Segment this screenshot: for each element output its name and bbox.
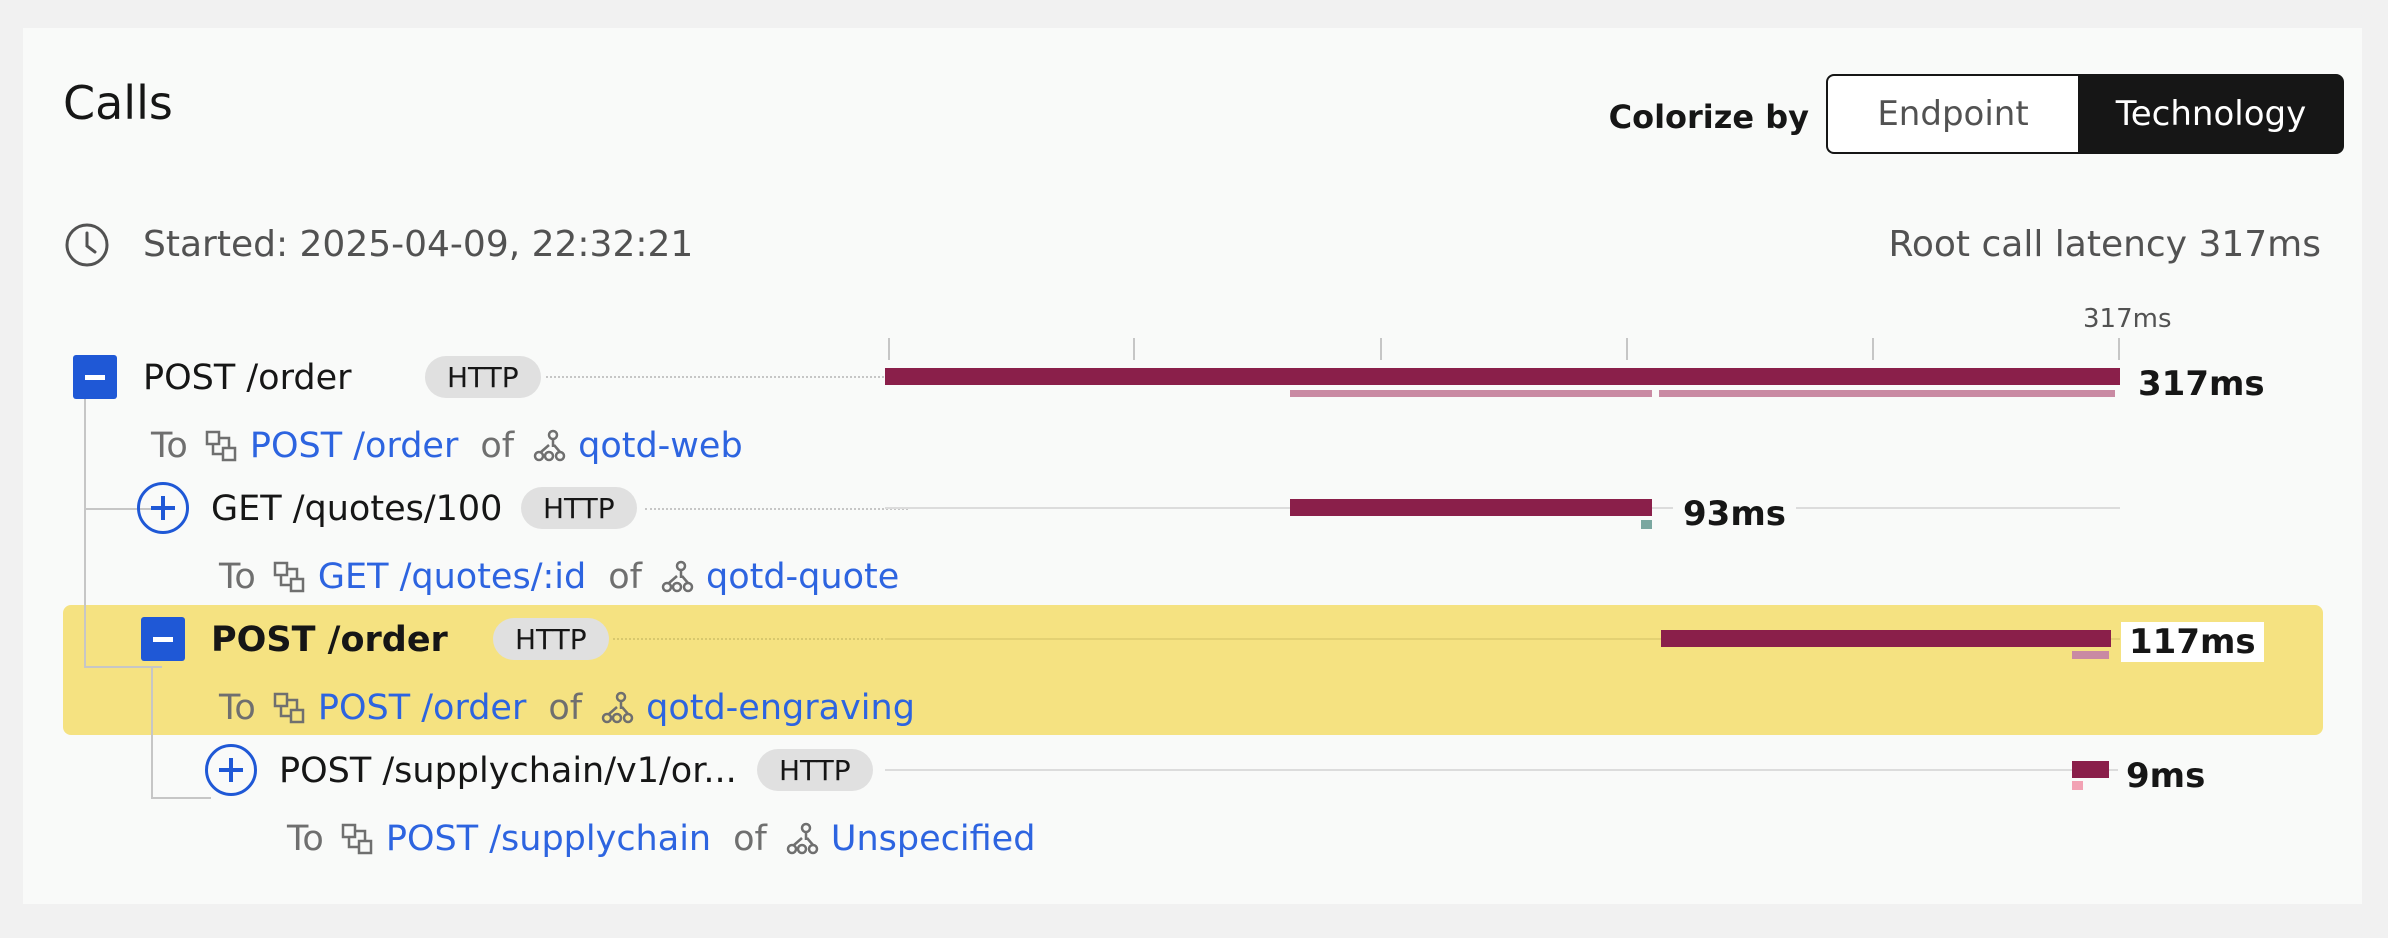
endpoint-icon [205,430,237,462]
endpoint-link[interactable]: POST /order [250,426,459,466]
ruler-tick [1380,338,1382,360]
ruler-tick [1872,338,1874,360]
service-icon [786,822,819,855]
to-label: To [287,819,324,859]
call-target: To POST /order of qotd-engraving [219,688,915,728]
latency-bar[interactable] [2072,761,2109,778]
dotted-guide [645,508,908,510]
child-latency-bar [1641,520,1652,529]
panel-title: Calls [63,76,173,130]
child-latency-bar [1290,390,1652,397]
service-link[interactable]: qotd-web [578,426,743,466]
child-latency-bar [1659,390,2115,397]
to-label: To [219,688,256,728]
service-link[interactable]: qotd-quote [706,557,899,597]
call-name[interactable]: POST /supplychain/v1/or... [279,751,737,791]
call-duration: 93ms [1673,494,1796,534]
endpoint-icon [273,561,305,593]
expand-button[interactable] [137,482,189,534]
ruler-tick [888,338,890,360]
colorize-technology-button[interactable]: Technology [2078,74,2344,154]
to-label: To [219,557,256,597]
collapse-button[interactable] [73,355,117,399]
started-timestamp: Started: 2025-04-09, 22:32:21 [143,224,694,265]
call-duration: 9ms [2118,756,2214,796]
latency-bar[interactable] [1661,630,2111,647]
call-name[interactable]: POST /order [211,620,448,660]
service-icon [533,429,566,462]
endpoint-icon [273,692,305,724]
latency-bar[interactable] [1290,499,1652,516]
colorize-label: Colorize by [1608,98,1809,136]
endpoint-link[interactable]: GET /quotes/:id [318,557,586,597]
call-target: To GET /quotes/:id of qotd-quote [219,557,899,597]
calls-panel: Calls Colorize by Endpoint Technology St… [23,28,2362,904]
service-link[interactable]: qotd-engraving [646,688,915,728]
tree-connector [151,797,211,799]
call-name[interactable]: POST /order [143,358,352,398]
ruler-tick [1133,338,1135,360]
service-icon [601,691,634,724]
of-label: of [733,819,767,859]
http-badge: HTTP [757,749,873,791]
root-call-latency: Root call latency 317ms [1888,224,2321,265]
of-label: of [608,557,642,597]
ruler-tick [1626,338,1628,360]
collapse-button[interactable] [141,617,185,661]
call-target: To POST /supplychain of Unspecified [287,819,1035,859]
tree-connector [84,399,86,667]
to-label: To [151,426,188,466]
http-badge: HTTP [425,356,541,398]
call-target: To POST /order of qotd-web [151,426,743,466]
ruler-tick [2118,338,2120,360]
http-badge: HTTP [521,487,637,529]
of-label: of [480,426,515,466]
endpoint-link[interactable]: POST /order [318,688,527,728]
dotted-guide [613,638,903,640]
service-link[interactable]: Unspecified [831,819,1036,859]
call-duration: 317ms [2138,364,2265,404]
expand-button[interactable] [205,744,257,796]
latency-bar[interactable] [885,368,2120,385]
endpoint-icon [341,823,373,855]
dotted-guide [546,376,908,378]
service-icon [661,560,694,593]
ruler-max-label: 317ms [2083,304,2172,334]
tree-connector [151,667,153,798]
of-label: of [548,688,583,728]
child-latency-bar [2072,651,2109,659]
call-duration: 117ms [2121,622,2264,662]
timeline-track [885,769,2120,771]
endpoint-link[interactable]: POST /supplychain [386,819,711,859]
http-badge: HTTP [493,618,609,660]
call-name[interactable]: GET /quotes/100 [211,489,502,529]
child-latency-bar [2072,781,2083,790]
colorize-endpoint-button[interactable]: Endpoint [1826,74,2078,154]
clock-icon [65,223,109,267]
